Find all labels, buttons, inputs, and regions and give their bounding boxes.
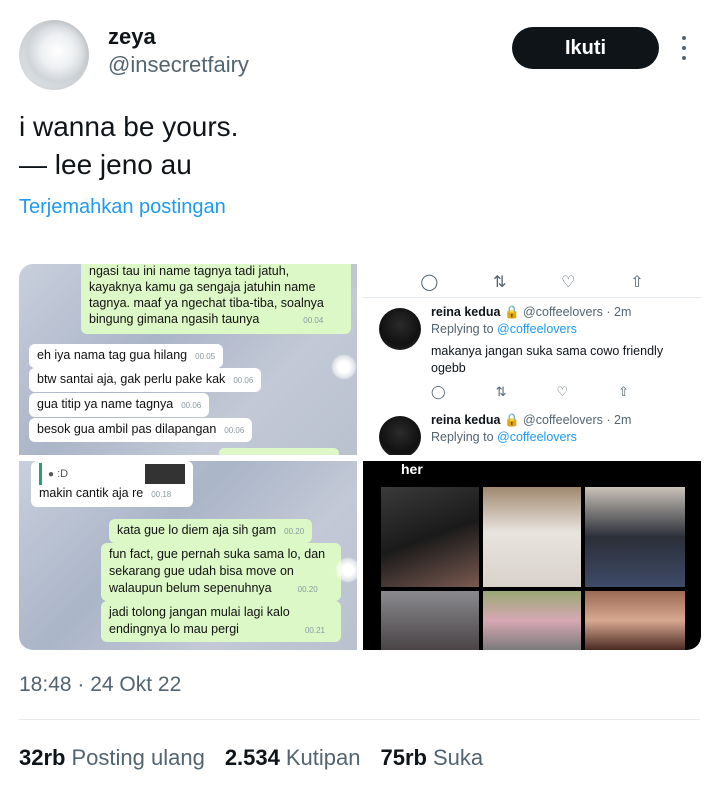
chat-bubble: fun fact, gue pernah suka sama lo, dan s… bbox=[101, 543, 341, 601]
reply-avatar bbox=[379, 308, 421, 350]
chat-text: fun fact, gue pernah suka sama lo, dan bbox=[109, 547, 326, 561]
replying-link: @coffeelovers bbox=[497, 430, 577, 444]
chat-text: besok gua ambil pas dilapangan bbox=[37, 422, 217, 436]
chat-timestamp: 00.04 bbox=[303, 316, 324, 325]
chat-text: jadi tolong jangan mulai lagi kalo bbox=[109, 605, 290, 619]
thread-action-bar: ◯ ⇅ ♡ ⇧ bbox=[363, 272, 701, 292]
chat-timestamp: 00.05 bbox=[195, 352, 216, 361]
reply-icon: ◯ bbox=[431, 384, 446, 399]
chat-timestamp: 00.06 bbox=[233, 376, 254, 385]
lock-icon: 🔒 bbox=[503, 305, 520, 319]
replying-prefix: Replying to bbox=[431, 430, 494, 444]
chat-text: endingnya lo mau pergi bbox=[109, 622, 239, 636]
media-image-thread[interactable]: ◯ ⇅ ♡ ⇧ reina kedua 🔒 @coffeelovers · 2m… bbox=[363, 264, 701, 455]
media-image-chat-2[interactable]: ● :D makin cantik aja re 00.18 kata gue l… bbox=[19, 461, 357, 650]
chat-timestamp: 00.18 bbox=[151, 490, 172, 499]
replying-link: @coffeelovers bbox=[497, 322, 577, 336]
camera-icon: ● bbox=[48, 468, 55, 480]
reply-meta: @coffeelovers · 2m bbox=[523, 413, 632, 427]
chat-timestamp: 00.20 bbox=[297, 585, 318, 594]
tweet-timestamp[interactable]: 18:48 · 24 Okt 22 bbox=[19, 673, 181, 697]
reply-1: reina kedua 🔒 @coffeelovers · 2m Replyin… bbox=[431, 304, 701, 400]
divider bbox=[19, 719, 700, 720]
reply-icon: ◯ bbox=[420, 274, 439, 291]
chat-bubble: ngasi tau ini name tagnya tadi jatuh, ka… bbox=[81, 264, 351, 334]
like-icon: ♡ bbox=[556, 384, 569, 399]
follow-button[interactable]: Ikuti bbox=[512, 27, 659, 69]
retweet-icon: ⇅ bbox=[493, 274, 507, 291]
media-grid[interactable]: ngasi tau ini name tagnya tadi jatuh, ka… bbox=[19, 264, 701, 650]
retweet-icon: ⇅ bbox=[495, 384, 507, 399]
collage-label: her bbox=[401, 461, 423, 477]
collage-photo bbox=[585, 591, 685, 650]
chat-text: walaupun belum sepenuhnya bbox=[109, 581, 272, 595]
retweets-label: Posting ulang bbox=[71, 745, 205, 770]
quoted-thumbnail bbox=[145, 464, 185, 484]
chat-text: makin cantik aja re bbox=[39, 486, 144, 500]
lock-icon: 🔒 bbox=[503, 413, 520, 427]
likes-label: Suka bbox=[432, 745, 484, 770]
chat-text: sekarang gue udah bisa move on bbox=[109, 564, 294, 578]
collage-photo bbox=[483, 487, 581, 587]
chat-text: ngasi tau ini name tagnya tadi jatuh, bbox=[89, 264, 290, 278]
tweet-line-1: i wanna be yours. bbox=[19, 111, 239, 142]
chat-bubble: jadi tolong jangan mulai lagi kalo endin… bbox=[101, 601, 341, 642]
more-options-icon[interactable] bbox=[677, 36, 691, 60]
likes-count: 75rb bbox=[380, 745, 427, 770]
translate-link[interactable]: Terjemahkan postingan bbox=[19, 196, 226, 219]
chat-bubble: ● :D makin cantik aja re 00.18 bbox=[31, 461, 193, 507]
reply-name: reina kedua bbox=[431, 305, 501, 319]
quotes-label: Kutipan bbox=[285, 745, 361, 770]
collage-photo bbox=[381, 591, 479, 650]
chat-timestamp: 00.20 bbox=[284, 527, 305, 536]
retweets-count: 32rb bbox=[19, 745, 66, 770]
chat-bubble: kata gue lo diem aja sih gam 00.20 bbox=[109, 519, 313, 543]
media-image-chat-1[interactable]: ngasi tau ini name tagnya tadi jatuh, ka… bbox=[19, 264, 357, 455]
chat-bubble: besok gua ambil pas dilapangan 00.06 bbox=[29, 418, 253, 442]
collage-photo bbox=[585, 487, 685, 587]
collage-photo bbox=[483, 591, 581, 650]
reply-2: reina kedua 🔒 @coffeelovers · 2m Replyin… bbox=[431, 412, 701, 446]
reply-text: makanya jangan suka sama cowo friendly o… bbox=[431, 344, 664, 375]
avatar[interactable] bbox=[19, 20, 89, 90]
share-icon: ⇧ bbox=[630, 274, 644, 291]
chat-bubble: eh iya nama tag gua hilang 00.05 bbox=[29, 344, 224, 368]
user-handle[interactable]: @insecretfairy bbox=[108, 52, 249, 78]
likes-stat[interactable]: 75rb Suka bbox=[381, 745, 484, 771]
quotes-stat[interactable]: 2.534 Kutipan bbox=[225, 745, 361, 771]
collage-photo bbox=[381, 487, 479, 587]
chat-bubble: gua titip ya name tagnya 00.06 bbox=[29, 393, 210, 417]
chat-bubble bbox=[219, 448, 339, 455]
display-name[interactable]: zeya bbox=[108, 24, 156, 50]
quotes-count: 2.534 bbox=[224, 745, 280, 770]
tweet-text: i wanna be yours. — lee jeno au bbox=[19, 108, 238, 184]
like-icon: ♡ bbox=[561, 274, 576, 291]
chat-timestamp: 00.06 bbox=[181, 401, 202, 410]
share-icon: ⇧ bbox=[618, 384, 630, 399]
reply-avatar bbox=[379, 416, 421, 455]
chat-text: gua titip ya name tagnya bbox=[37, 397, 174, 411]
chat-text: bingung gimana ngasih taunya bbox=[89, 312, 260, 326]
chat-text: btw santai aja, gak perlu pake kak bbox=[37, 372, 226, 386]
media-image-collage[interactable]: her bbox=[363, 461, 701, 650]
chat-text: eh iya nama tag gua hilang bbox=[37, 348, 188, 362]
engagement-stats: 32rb Posting ulang 2.534 Kutipan 75rb Suka bbox=[19, 745, 483, 771]
quoted-text: :D bbox=[57, 467, 69, 480]
chat-timestamp: 00.06 bbox=[224, 426, 245, 435]
chat-text: kayaknya kamu ga sengaja jatuhin name bbox=[89, 280, 316, 294]
chat-text: kata gue lo diem aja sih gam bbox=[117, 523, 277, 537]
reply-meta: @coffeelovers · 2m bbox=[523, 305, 632, 319]
retweets-stat[interactable]: 32rb Posting ulang bbox=[19, 745, 205, 771]
chat-timestamp: 00.21 bbox=[304, 626, 325, 635]
chat-text: tagnya. maaf ya ngechat tiba-tiba, soaln… bbox=[89, 296, 324, 310]
flower-decoration bbox=[335, 557, 357, 583]
reply-name: reina kedua bbox=[431, 413, 501, 427]
chat-bubble: btw santai aja, gak perlu pake kak 00.06 bbox=[29, 368, 262, 392]
divider bbox=[363, 297, 701, 298]
replying-prefix: Replying to bbox=[431, 322, 494, 336]
tweet-line-2: — lee jeno au bbox=[19, 149, 192, 180]
flower-decoration bbox=[331, 354, 357, 380]
